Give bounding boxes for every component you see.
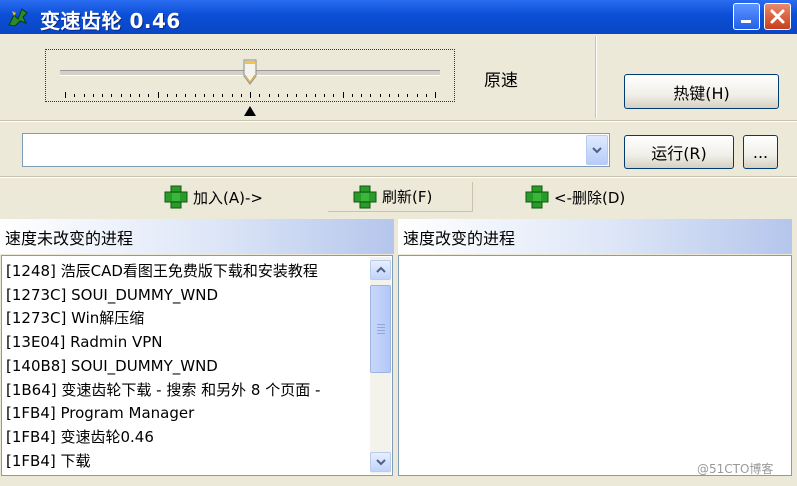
app-icon (8, 8, 28, 27)
unchanged-process-list[interactable]: [1FB4] 下载 [1FB4] 变速齿轮0.46 [1FB4] Program M… (1, 255, 393, 476)
slider-tick (250, 92, 251, 98)
slider-tick (83, 94, 85, 97)
hotkey-button[interactable]: 热键(H) (624, 74, 779, 109)
divider-horizontal (0, 120, 797, 122)
normal-speed-marker (244, 106, 256, 116)
combo-dropdown-button[interactable] (586, 135, 608, 165)
slider-tick (203, 94, 205, 97)
list-item[interactable]: [1248] 浩辰CAD看图王免费版下载和安装教程 (6, 259, 318, 283)
slider-tick (361, 94, 362, 97)
remove-button-label: <-删除(D) (554, 188, 626, 207)
slider-tick (111, 94, 113, 97)
slider-tick (65, 92, 66, 98)
slider-tick (74, 94, 76, 97)
slider-tick (388, 94, 390, 97)
slider-tick (222, 94, 224, 97)
slider-tick (333, 94, 335, 97)
add-button-label: 加入(A)-> (193, 188, 263, 207)
close-icon (770, 9, 785, 24)
window-title: 变速齿轮 0.46 (40, 9, 181, 33)
slider-tick (416, 94, 418, 97)
scroll-grip (377, 333, 385, 334)
process-combo[interactable] (22, 133, 610, 167)
slider-tick (398, 94, 399, 97)
watermark: @51CTO博客 (697, 462, 774, 476)
refresh-button[interactable]: 刷新(F) (328, 182, 473, 212)
refresh-button-label: 刷新(F) (382, 188, 433, 206)
remove-button[interactable]: <-删除(D) (524, 182, 625, 212)
unchanged-processes-header: 速度未改变的进程 (0, 219, 394, 254)
slider-tick (407, 94, 409, 97)
slider-tick (92, 94, 94, 97)
slider-tick (194, 94, 196, 97)
list-item[interactable]: [1FB4] Program Manager (6, 401, 194, 425)
slider-tick (287, 94, 288, 97)
plus-icon (353, 185, 377, 208)
list-item[interactable]: [1273C] Win解压缩 (6, 306, 144, 330)
scroll-grip (377, 324, 385, 325)
slider-tick (102, 94, 103, 97)
slider-tick (157, 92, 159, 98)
slider-tick (148, 94, 150, 97)
chevron-up-icon (375, 266, 386, 273)
list-item[interactable]: [1B64] 变速齿轮下载 - 搜索 和另外 8 个页面 - (6, 378, 320, 402)
list-item[interactable]: [1FB4] 变速齿轮0.46 (6, 425, 154, 449)
slider-tick (379, 94, 381, 97)
plus-icon (525, 185, 549, 209)
scroll-thumb[interactable] (370, 285, 391, 373)
slider-tick (370, 94, 372, 97)
scroll-down-button[interactable] (370, 452, 391, 472)
slider-tick (296, 94, 298, 97)
slider-tick (342, 92, 344, 98)
speed-label: 原速 (484, 71, 518, 91)
plus-icon (164, 185, 188, 209)
chevron-down-icon (375, 459, 386, 466)
slider-tick (314, 94, 316, 97)
scroll-up-button[interactable] (370, 260, 391, 280)
slider-tick (120, 94, 122, 97)
minimize-button[interactable] (733, 3, 760, 30)
scroll-grip (377, 330, 385, 331)
slider-tick (129, 94, 131, 97)
divider-horizontal (0, 176, 797, 178)
slider-tick (259, 94, 261, 97)
slider-tick (166, 94, 168, 97)
run-button[interactable]: 运行(R) (624, 135, 734, 169)
divider-vertical (595, 36, 597, 118)
changed-process-list[interactable] (398, 255, 792, 476)
add-button[interactable]: 加入(A)-> (163, 182, 263, 212)
chevron-down-icon (592, 147, 602, 154)
slider-tick (324, 94, 325, 97)
scroll-grip (377, 327, 385, 328)
list-item[interactable]: [13E04] Radmin VPN (6, 330, 163, 354)
slider-tick (176, 94, 177, 97)
slider-tick (185, 94, 187, 97)
slider-tick (268, 94, 270, 97)
list-item[interactable]: [140B8] SOUI_DUMMY_WND (6, 354, 218, 378)
close-button[interactable] (764, 3, 791, 30)
slider-tick (213, 94, 214, 97)
slider-tick (351, 94, 353, 97)
slider-thumb[interactable] (243, 59, 257, 85)
list-item[interactable]: [1273C] SOUI_DUMMY_WND (6, 283, 218, 307)
slider-tick (305, 94, 307, 97)
slider-tick (240, 94, 242, 97)
slider-tick (231, 94, 233, 97)
slider-tick (277, 94, 279, 97)
slider-tick (139, 94, 140, 97)
browse-button[interactable]: ... (743, 135, 778, 169)
slider-tick (435, 92, 436, 98)
title-bar: 变速齿轮 0.46 (0, 0, 797, 34)
scrollbar[interactable] (370, 257, 391, 474)
changed-processes-header: 速度改变的进程 (398, 219, 792, 254)
slider-tick (425, 94, 427, 97)
speed-slider[interactable] (45, 49, 455, 102)
list-item[interactable]: [1FB4] 下载 (6, 449, 90, 473)
